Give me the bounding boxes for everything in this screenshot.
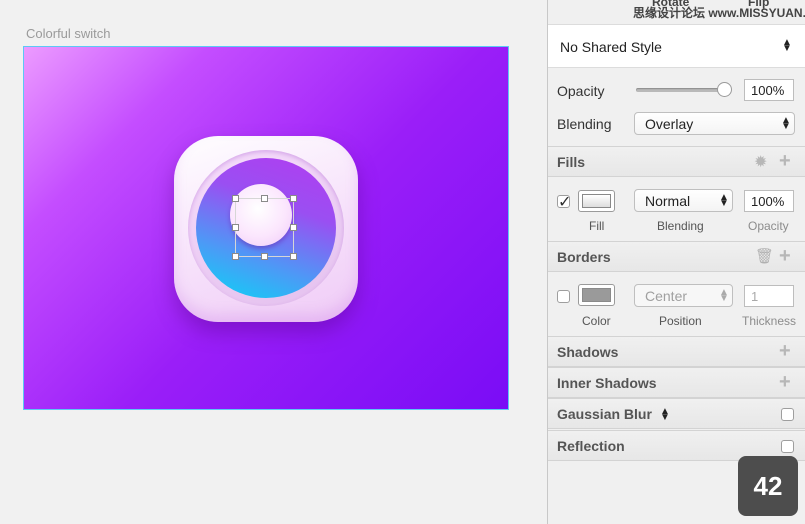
reflection-title: Reflection — [557, 438, 625, 454]
border-thickness-label: Thickness — [742, 314, 797, 328]
border-color-label: Color — [582, 314, 611, 328]
opacity-label: Opacity — [557, 83, 605, 99]
border-enabled-checkbox[interactable] — [557, 290, 570, 303]
fills-section-header: Fills ✹ + — [548, 146, 805, 177]
fill-blending-label: Blending — [657, 219, 704, 233]
resize-handle-t[interactable] — [261, 195, 268, 202]
add-border-icon[interactable]: + — [779, 245, 791, 268]
border-position-value: Center — [645, 288, 688, 304]
border-thickness-field[interactable]: 1 — [744, 285, 794, 307]
blending-select[interactable]: Overlay ▲ ▼ — [634, 112, 795, 135]
fill-enabled-checkbox[interactable] — [557, 192, 571, 212]
resize-handle-l[interactable] — [232, 224, 239, 231]
borders-section-header: Borders 🗑 + — [548, 241, 805, 272]
gaussian-blur-section-header: Gaussian Blur ▲ ▼ — [548, 398, 805, 429]
fill-blend-value: Normal — [645, 193, 691, 209]
add-shadow-icon[interactable]: + — [779, 340, 791, 363]
inner-shadows-title: Inner Shadows — [557, 375, 657, 391]
blur-type-arrows-icon[interactable]: ▲ ▼ — [660, 407, 670, 423]
border-color-swatch[interactable] — [578, 284, 615, 306]
updown-arrows-icon: ▲ ▼ — [781, 115, 791, 132]
fill-color-swatch[interactable] — [578, 190, 615, 212]
selection-box — [232, 195, 297, 260]
inspector-panel: Rotate Flip 思缘设计论坛 www.MISSYUAN.COM No S… — [547, 0, 805, 524]
canvas[interactable]: Colorful switch — [0, 0, 548, 524]
opacity-slider-track[interactable] — [636, 88, 730, 92]
fills-title: Fills — [557, 154, 586, 170]
shared-style-value: No Shared Style — [560, 39, 662, 55]
add-fill-icon[interactable]: + — [779, 150, 791, 173]
fill-opacity-label: Opacity — [748, 219, 789, 233]
resize-handle-br[interactable] — [290, 253, 297, 260]
borders-title: Borders — [557, 249, 611, 265]
shadows-section-header: Shadows + — [548, 336, 805, 367]
gaussian-blur-title: Gaussian Blur — [557, 406, 652, 422]
fill-color-preview — [582, 194, 611, 208]
resize-handle-bl[interactable] — [232, 253, 239, 260]
resize-handle-b[interactable] — [261, 253, 268, 260]
border-position-select[interactable]: Center ▲ ▼ — [634, 284, 733, 307]
resize-handle-tr[interactable] — [290, 195, 297, 202]
fill-opacity-field[interactable]: 100% — [744, 190, 794, 212]
updown-arrows-icon: ▲ ▼ — [719, 287, 729, 304]
artboard[interactable] — [23, 46, 509, 410]
inner-shadows-section-header: Inner Shadows + — [548, 367, 805, 398]
border-position-label: Position — [659, 314, 702, 328]
blending-label: Blending — [557, 116, 612, 132]
resize-handle-r[interactable] — [290, 224, 297, 231]
opacity-slider-thumb[interactable] — [717, 82, 732, 97]
shared-style-select[interactable]: No Shared Style ▲ ▼ — [548, 24, 805, 68]
fill-blend-select[interactable]: Normal ▲ ▼ — [634, 189, 733, 212]
updown-arrows-icon: ▲ ▼ — [719, 192, 729, 209]
fill-label: Fill — [589, 219, 605, 233]
gear-icon[interactable]: ✹ — [754, 152, 767, 172]
step-number-badge: 42 — [738, 456, 798, 516]
transform-labels: Rotate Flip 思缘设计论坛 www.MISSYUAN.COM — [548, 0, 805, 22]
artboard-label[interactable]: Colorful switch — [26, 26, 111, 41]
opacity-field[interactable]: 100% — [744, 79, 794, 101]
updown-arrows-icon: ▲ ▼ — [782, 37, 792, 54]
reflection-checkbox[interactable] — [781, 440, 794, 453]
watermark: 思缘设计论坛 www.MISSYUAN.COM — [633, 6, 805, 20]
trash-icon[interactable]: 🗑 — [755, 247, 774, 265]
blending-value: Overlay — [645, 116, 694, 132]
add-inner-shadow-icon[interactable]: + — [779, 371, 791, 394]
resize-handle-tl[interactable] — [232, 195, 239, 202]
border-color-preview — [582, 288, 611, 302]
shadows-title: Shadows — [557, 344, 619, 360]
gaussian-blur-checkbox[interactable] — [781, 408, 794, 421]
